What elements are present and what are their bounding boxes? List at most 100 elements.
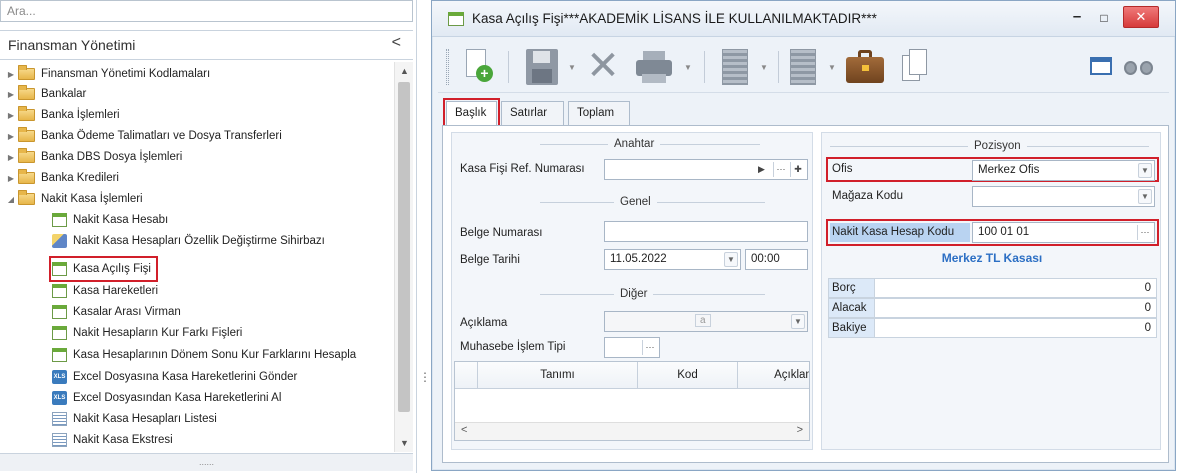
briefcase-button[interactable]	[846, 49, 884, 85]
tree-item-excel-gonder[interactable]: XLS Excel Dosyasına Kasa Hareketlerini G…	[52, 367, 297, 387]
document-time-field[interactable]: 00:00	[745, 249, 808, 270]
print-dropdown-icon[interactable]: ▼	[684, 63, 692, 72]
report-dropdown-icon[interactable]: ▼	[828, 63, 836, 72]
tree-item-label: Nakit Hesapların Kur Farkı Fişleri	[73, 327, 243, 339]
navigate-icon[interactable]: ▶	[754, 162, 769, 177]
delete-button[interactable]: ✕	[586, 46, 620, 86]
ref-number-field[interactable]: ▶ ··· ✚	[604, 159, 808, 180]
text-editor-icon[interactable]: a	[695, 314, 711, 327]
tree-node-label: Finansman Yönetimi Kodlamaları	[41, 68, 211, 80]
navigation-panel: Ara... Finansman Yönetimi < ▶ Finansman …	[0, 0, 417, 473]
tree-item-nakit-kasa-hesabi[interactable]: Nakit Kasa Hesabı	[52, 210, 168, 230]
scroll-right-icon[interactable]: >	[797, 424, 803, 436]
tree-node-kodlamalar[interactable]: ▶ Finansman Yönetimi Kodlamaları	[6, 64, 210, 84]
accounting-type-field[interactable]: ···	[604, 337, 660, 358]
description-field[interactable]: a ▼	[604, 311, 808, 332]
column-header-kod[interactable]: Kod	[637, 362, 737, 389]
title-bar[interactable]: Kasa Açılış Fişi***AKADEMİK LİSANS İLE K…	[432, 1, 1175, 37]
tab-baslik[interactable]: Başlık	[443, 98, 500, 130]
expand-icon[interactable]: ▶	[6, 70, 16, 79]
balance-label: Borç	[829, 279, 875, 297]
add-icon[interactable]: ✚	[790, 162, 805, 177]
document-date-field[interactable]: 11.05.2022 ▼	[604, 249, 741, 270]
save-dropdown-icon[interactable]: ▼	[568, 63, 576, 72]
tree-node-dbs[interactable]: ▶ Banka DBS Dosya İşlemleri	[6, 147, 182, 167]
layout-button[interactable]	[1090, 57, 1112, 75]
report-button[interactable]	[790, 49, 816, 85]
tree-item-virman[interactable]: Kasalar Arası Virman	[52, 302, 181, 322]
balance-label: Alacak	[829, 299, 875, 317]
grid-horizontal-scrollbar[interactable]: < >	[455, 422, 809, 440]
form-icon	[52, 284, 67, 298]
form-icon	[52, 348, 67, 362]
tree-node-odeme-talimatlari[interactable]: ▶ Banka Ödeme Talimatları ve Dosya Trans…	[6, 126, 282, 146]
header-panel: Anahtar Kasa Fişi Ref. Numarası ▶ ··· ✚ …	[451, 132, 813, 450]
panel-resize-grip[interactable]: ......	[0, 453, 413, 471]
tree-node-krediler[interactable]: ▶ Banka Kredileri	[6, 168, 119, 188]
expand-icon[interactable]: ▶	[6, 90, 16, 99]
find-button[interactable]	[1124, 53, 1154, 77]
tree-item-excel-al[interactable]: XLS Excel Dosyasından Kasa Hareketlerini…	[52, 388, 281, 408]
form-icon	[52, 305, 67, 319]
column-header-tanimi[interactable]: Tanımı	[477, 362, 637, 389]
tree-item-label: Excel Dosyasından Kasa Hareketlerini Al	[73, 392, 282, 404]
print-button[interactable]	[634, 49, 674, 85]
close-button[interactable]: ✕	[1123, 6, 1159, 28]
add-icon: +	[476, 65, 493, 82]
minimize-button[interactable]: –	[1066, 8, 1088, 28]
tree-node-label: Banka Ödeme Talimatları ve Dosya Transfe…	[41, 130, 282, 142]
scroll-up-icon[interactable]: ▲	[400, 66, 409, 76]
new-button[interactable]: +	[464, 49, 493, 85]
expand-icon[interactable]: ▶	[6, 111, 16, 120]
tree-item-sihirbaz[interactable]: Nakit Kasa Hesapları Özellik Değiştirme …	[52, 231, 325, 251]
collapse-panel-icon[interactable]: <	[392, 34, 401, 52]
panel-title: Finansman Yönetimi <	[0, 30, 413, 60]
tree-node-nakit-kasa[interactable]: ◢ Nakit Kasa İşlemleri	[6, 189, 143, 209]
scroll-down-icon[interactable]: ▼	[400, 438, 409, 448]
expand-icon[interactable]: ▶	[6, 174, 16, 183]
tree-item-kur-farki-fisleri[interactable]: Nakit Hesapların Kur Farkı Fişleri	[52, 323, 242, 343]
tree-item-label: Nakit Kasa Hesabı	[73, 214, 169, 226]
store-code-select[interactable]: ▼	[972, 186, 1155, 207]
tree-item-kasa-acilis-fisi[interactable]: Kasa Açılış Fişi	[49, 256, 158, 282]
tree-node-banka-islemleri[interactable]: ▶ Banka İşlemleri	[6, 105, 120, 125]
search-input[interactable]: Ara...	[0, 0, 413, 22]
tree-node-bankalar[interactable]: ▶ Bankalar	[6, 84, 86, 104]
tab-satirlar[interactable]: Satırlar	[501, 101, 564, 125]
tree-item-kasa-hareketleri[interactable]: Kasa Hareketleri	[52, 281, 158, 301]
cash-account-code-field[interactable]: 100 01 01 ···	[972, 222, 1155, 243]
lookup-icon[interactable]: ···	[773, 162, 788, 177]
tree-item-ekstre[interactable]: Nakit Kasa Ekstresi	[52, 430, 173, 450]
folder-icon	[18, 65, 35, 80]
expand-icon[interactable]: ▶	[6, 153, 16, 162]
lookup-icon[interactable]: ···	[1137, 225, 1152, 240]
document-list-button[interactable]	[722, 49, 748, 85]
column-header-aciklama[interactable]: Açıklam	[737, 362, 809, 389]
tree-scrollbar[interactable]: ▲ ▼	[394, 62, 413, 452]
description-dropdown-icon[interactable]: ▼	[791, 314, 805, 329]
office-select[interactable]: Merkez Ofis ▼	[972, 160, 1155, 181]
office-dropdown-icon[interactable]: ▼	[1138, 163, 1152, 178]
binoculars-icon	[1124, 61, 1137, 75]
expand-icon[interactable]: ▶	[6, 132, 16, 141]
tree-item-hesaplari-listesi[interactable]: Nakit Kasa Hesapları Listesi	[52, 409, 217, 429]
balance-value: 0	[1144, 282, 1151, 294]
lookup-icon[interactable]: ···	[642, 340, 657, 355]
lines-grid[interactable]: Tanımı Kod Açıklam < >	[454, 361, 810, 441]
date-dropdown-icon[interactable]: ▼	[724, 252, 738, 267]
store-code-dropdown-icon[interactable]: ▼	[1138, 189, 1152, 204]
form-icon	[448, 12, 464, 26]
group-pozisyon: Pozisyon	[830, 139, 1156, 153]
splitter-grip-icon[interactable]: ⋮	[419, 370, 431, 384]
tree-item-label: Kasa Açılış Fişi	[73, 263, 151, 275]
scrollbar-thumb[interactable]	[398, 82, 410, 412]
scroll-left-icon[interactable]: <	[461, 424, 467, 436]
document-list-dropdown-icon[interactable]: ▼	[760, 63, 768, 72]
collapse-icon[interactable]: ◢	[6, 195, 16, 204]
save-button[interactable]	[526, 49, 558, 85]
maximize-button[interactable]: □	[1093, 8, 1115, 28]
tab-toplam[interactable]: Toplam	[568, 101, 630, 125]
tree-item-donem-sonu[interactable]: Kasa Hesaplarının Dönem Sonu Kur Farklar…	[52, 345, 356, 365]
copy-button[interactable]	[902, 49, 928, 85]
document-number-field[interactable]	[604, 221, 808, 242]
